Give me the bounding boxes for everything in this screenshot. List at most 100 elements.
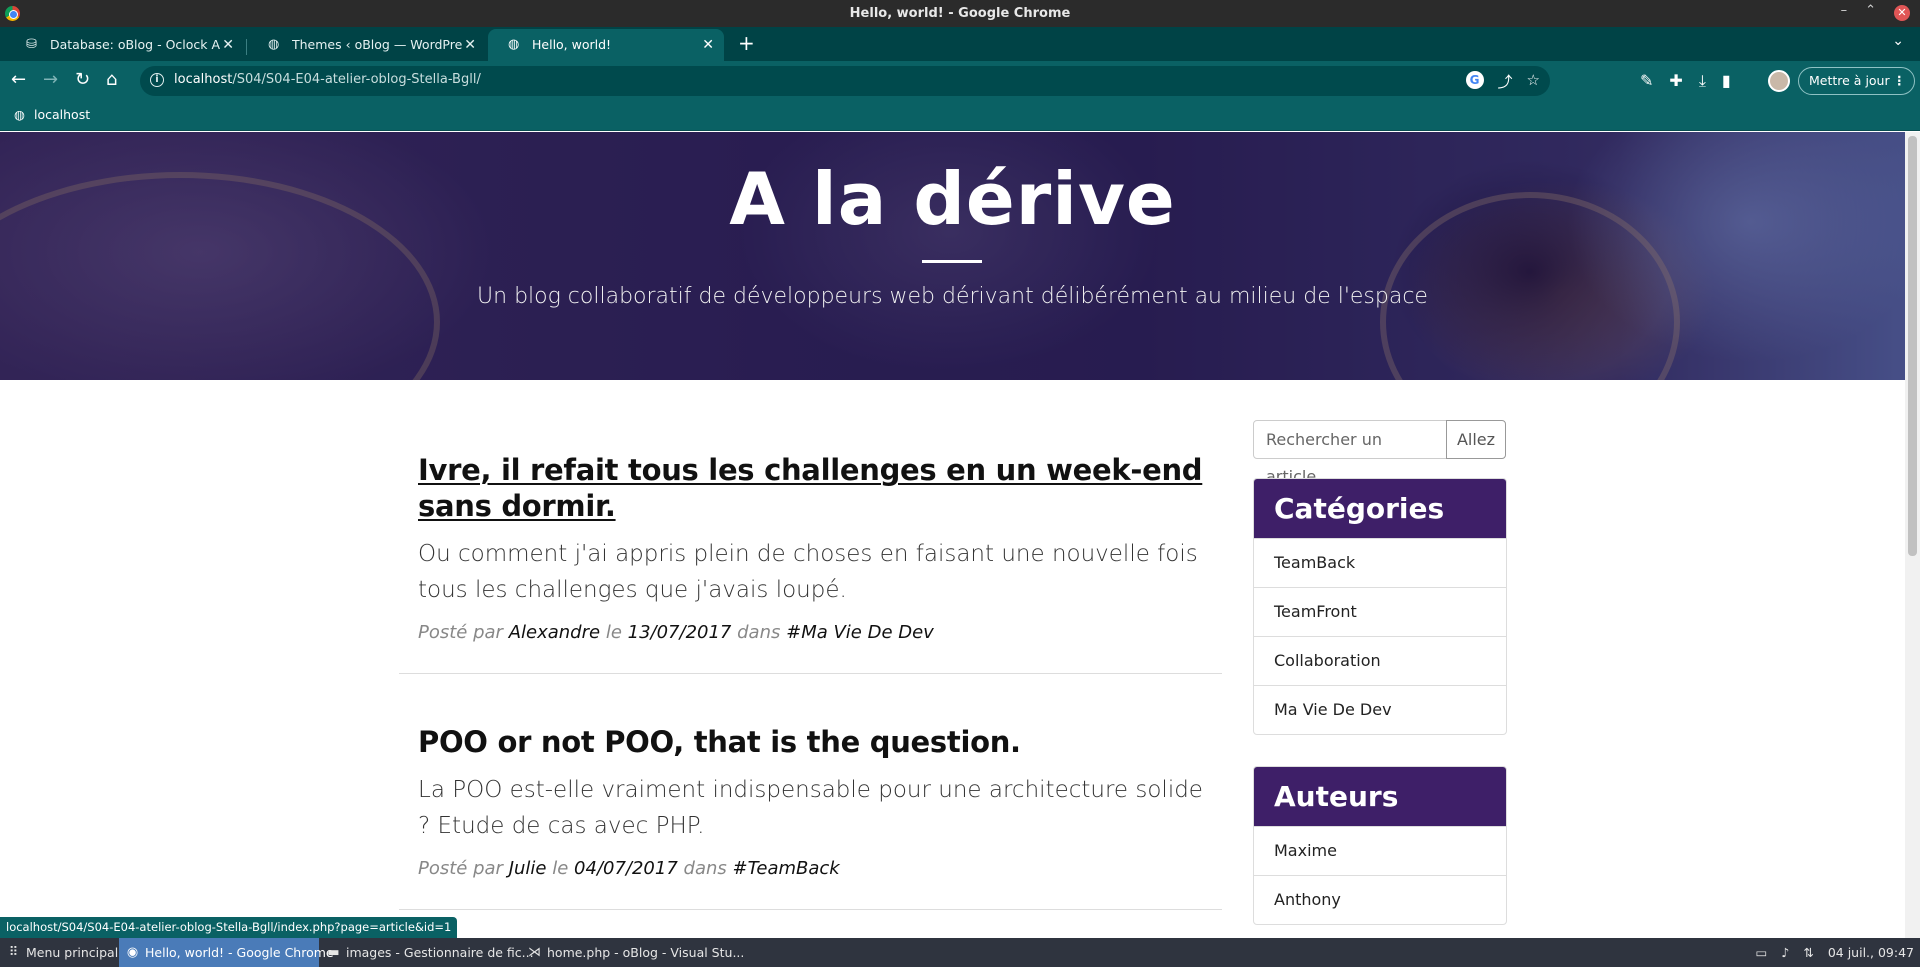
scrollbar-thumb[interactable]	[1908, 136, 1917, 556]
omnibox-actions: G ⤴ ☆	[1465, 71, 1540, 92]
update-button[interactable]: Mettre à jour ⋮	[1798, 67, 1915, 95]
forward-arrow-icon[interactable]: →	[43, 69, 58, 91]
minimize-icon[interactable]: –	[1841, 3, 1848, 21]
system-tray: ▭ ♪ ⇅ 04 juil., 09:47	[1756, 938, 1914, 967]
profile-avatar[interactable]	[1768, 70, 1790, 92]
restore-icon[interactable]: ⌃	[1865, 3, 1876, 21]
taskbar-label: home.php - oBlog - Visual Stu...	[547, 945, 745, 960]
author-item[interactable]: Anthony	[1254, 875, 1506, 924]
taskbar-item-vscode[interactable]: ⋊ home.php - oBlog - Visual Stu...	[521, 938, 745, 967]
article-date: 13/07/2017	[627, 622, 732, 643]
tab-database[interactable]: ⛁ Database: oBlog - Oclock Admi ✕	[6, 29, 244, 61]
taskbar-menu-button[interactable]: ⠿ Menu principal	[0, 938, 118, 967]
url-text[interactable]: localhost/S04/S04-E04-atelier-oblog-Stel…	[174, 72, 481, 87]
category-item[interactable]: TeamFront	[1254, 587, 1506, 636]
reload-icon[interactable]: ↻	[75, 69, 90, 91]
google-lens-icon[interactable]: G	[1465, 71, 1484, 89]
puzzle-icon[interactable]: ✚	[1669, 71, 1682, 91]
star-icon[interactable]: ☆	[1527, 71, 1540, 92]
volume-icon[interactable]: ♪	[1781, 938, 1789, 967]
globe-icon: ◍	[508, 37, 520, 52]
category-item[interactable]: Collaboration	[1254, 636, 1506, 685]
taskbar-label: images - Gestionnaire de fic...	[346, 945, 534, 960]
meta-label: Posté par	[418, 858, 503, 879]
home-icon[interactable]: ⌂	[106, 69, 117, 91]
download-icon[interactable]: ⤓	[1699, 71, 1706, 91]
category-link[interactable]: #TeamBack	[733, 858, 840, 879]
tab-close-icon[interactable]: ✕	[222, 29, 234, 61]
taskbar-item-chrome[interactable]: ◉ Hello, world! - Google Chrome	[119, 938, 334, 967]
network-icon[interactable]: ⇅	[1803, 938, 1813, 967]
back-arrow-icon[interactable]: ←	[11, 69, 26, 91]
meta-label: le	[552, 858, 569, 879]
page-viewport: A la dérive Un blog collaboratif de déve…	[0, 132, 1905, 938]
vscode-icon: ⋊	[528, 945, 541, 960]
category-item[interactable]: TeamBack	[1254, 538, 1506, 587]
taskbar-label: Hello, world! - Google Chrome	[145, 945, 334, 960]
close-window-icon[interactable]: ✕	[1894, 5, 1910, 21]
meta-label: le	[605, 622, 622, 643]
globe-icon: ◍	[268, 37, 280, 52]
article-card: POO or not POO, that is the question. La…	[399, 674, 1222, 910]
categories-heading: Catégories	[1254, 479, 1506, 538]
article-meta: Posté par Julie le 04/07/2017 dans #Team…	[418, 858, 1203, 879]
author-link[interactable]: Alexandre	[509, 622, 600, 643]
article-date: 04/07/2017	[574, 858, 678, 879]
globe-icon: ◍	[14, 107, 25, 122]
author-link[interactable]: Julie	[509, 858, 547, 879]
tab-label: Hello, world!	[532, 37, 612, 52]
kebab-menu-icon[interactable]: ⋮	[1893, 68, 1906, 94]
window-title: Hello, world! - Google Chrome	[849, 6, 1071, 21]
database-icon: ⛁	[26, 37, 37, 52]
share-icon[interactable]: ⤴	[1498, 71, 1513, 92]
title-divider	[922, 260, 982, 263]
taskbar-item-files[interactable]: ▬ images - Gestionnaire de fic...	[320, 938, 533, 967]
article-title-link[interactable]: POO or not POO, that is the question.	[418, 724, 1203, 760]
bookmark-label: localhost	[34, 107, 91, 122]
tab-themes[interactable]: ◍ Themes ‹ oBlog — WordPress ✕	[248, 29, 486, 61]
category-item[interactable]: Ma Vie De Dev	[1254, 685, 1506, 734]
bookmark-localhost[interactable]: ◍ localhost	[14, 107, 90, 122]
authors-heading: Auteurs	[1254, 767, 1506, 826]
search-button[interactable]: Allez	[1446, 420, 1506, 459]
window-controls: – ⌃ ✕	[1841, 3, 1910, 21]
author-item[interactable]: Maxime	[1254, 826, 1506, 875]
blog-header: A la dérive Un blog collaboratif de déve…	[0, 132, 1905, 380]
chrome-icon: ◉	[126, 945, 139, 960]
browser-toolbar: ← → ↻ ⌂ i localhost/S04/S04-E04-atelier-…	[0, 61, 1920, 101]
tab-close-icon[interactable]: ✕	[464, 29, 476, 61]
eyedropper-icon[interactable]: ✎	[1640, 71, 1653, 91]
address-bar[interactable]: i localhost/S04/S04-E04-atelier-oblog-St…	[140, 66, 1550, 96]
info-icon[interactable]: i	[150, 73, 164, 87]
chevron-down-icon[interactable]: ⌄	[1892, 33, 1904, 49]
category-link[interactable]: #Ma Vie De Dev	[786, 622, 934, 643]
authors-widget: Auteurs Maxime Anthony	[1253, 766, 1507, 925]
tab-separator	[246, 39, 247, 55]
window-titlebar: Hello, world! - Google Chrome – ⌃ ✕	[0, 0, 1920, 27]
blog-title: A la dérive	[729, 157, 1176, 241]
side-panel-icon[interactable]: ▮	[1722, 71, 1731, 91]
meta-label: dans	[683, 858, 727, 879]
meta-label: Posté par	[418, 622, 503, 643]
bookmarks-bar: ◍ localhost	[0, 101, 1920, 131]
categories-widget: Catégories TeamBack TeamFront Collaborat…	[1253, 478, 1507, 735]
tab-hello-world[interactable]: ◍ Hello, world! ✕	[488, 29, 724, 61]
display-icon[interactable]: ▭	[1756, 938, 1768, 967]
clock[interactable]: 04 juil., 09:47	[1828, 938, 1914, 967]
tab-label: Themes ‹ oBlog — WordPress	[292, 37, 462, 52]
article-meta: Posté par Alexandre le 13/07/2017 dans #…	[418, 622, 1203, 643]
search-form: Rechercher un article... Allez	[1253, 420, 1507, 486]
page-scrollbar[interactable]	[1905, 132, 1920, 938]
folder-icon: ▬	[327, 945, 340, 960]
taskbar-label: Menu principal	[26, 945, 119, 960]
article-list: Ivre, il refait tous les challenges en u…	[399, 380, 1222, 910]
new-tab-icon[interactable]: +	[738, 31, 755, 55]
article-excerpt: Ou comment j'ai appris plein de choses e…	[418, 541, 1198, 603]
article-title-link[interactable]: Ivre, il refait tous les challenges en u…	[418, 452, 1203, 524]
update-label: Mettre à jour	[1809, 73, 1890, 88]
os-taskbar: ⠿ Menu principal ◉ Hello, world! - Google …	[0, 938, 1920, 967]
article-card: Ivre, il refait tous les challenges en u…	[399, 380, 1222, 674]
app-grid-icon: ⠿	[8, 945, 19, 960]
search-input[interactable]: Rechercher un article...	[1253, 420, 1447, 486]
tab-close-icon[interactable]: ✕	[702, 29, 714, 61]
